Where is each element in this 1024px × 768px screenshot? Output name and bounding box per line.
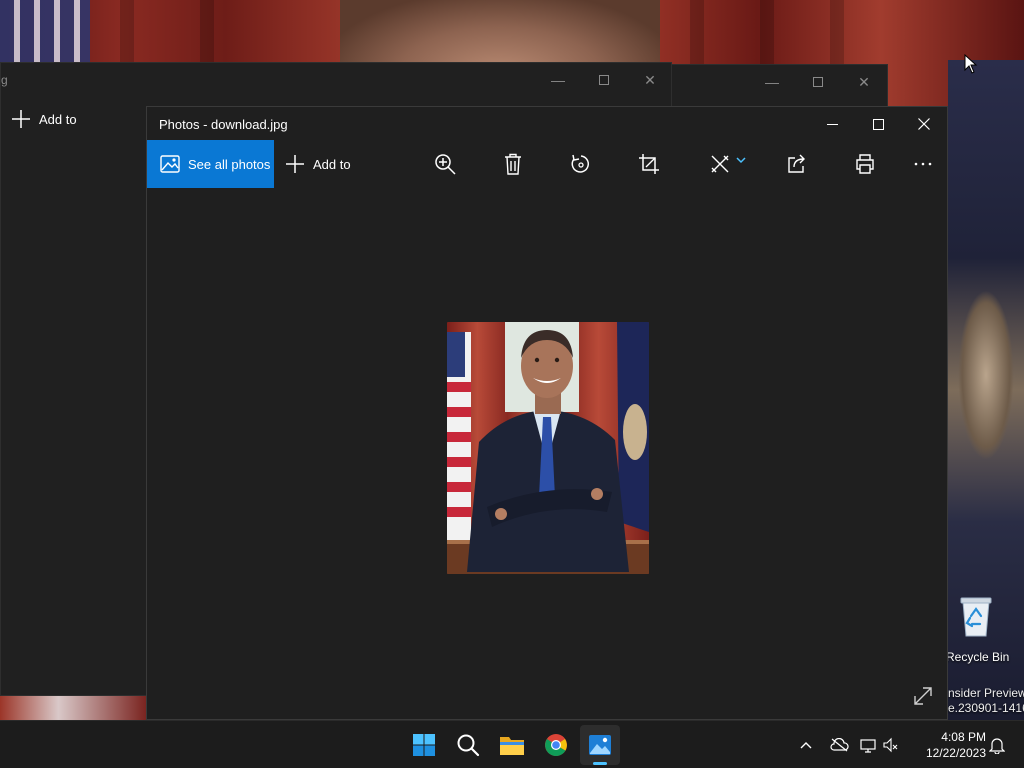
share-button[interactable]	[777, 140, 817, 188]
clock-time: 4:08 PM	[941, 730, 986, 744]
toolbar: See all photos Add to	[147, 140, 947, 188]
close-button[interactable]: ✕	[841, 65, 887, 99]
see-all-photos-button[interactable]: See all photos	[147, 140, 274, 188]
image-canvas[interactable]	[147, 188, 947, 721]
share-icon	[788, 154, 805, 173]
maximize-icon	[872, 118, 884, 130]
maximize-button[interactable]	[795, 65, 841, 99]
mouse-cursor	[964, 54, 978, 74]
chrome-button[interactable]	[536, 725, 576, 765]
photos-window[interactable]: Photos - download.jpg See all photos Add…	[146, 106, 948, 720]
close-button[interactable]	[901, 107, 947, 141]
recycle-bin-label: Recycle Bin	[946, 650, 1010, 664]
chrome-icon	[545, 734, 567, 756]
rotate-icon	[571, 154, 590, 173]
close-button[interactable]: ✕	[627, 63, 673, 97]
zoom-in-button[interactable]	[425, 140, 465, 188]
search-icon	[457, 734, 480, 757]
taskbar: 4:08 PM 12/22/2023	[0, 720, 1024, 768]
plus-icon	[286, 155, 304, 173]
print-icon	[856, 154, 874, 174]
edit-icon	[711, 155, 729, 173]
chevron-down-icon	[736, 157, 746, 164]
cloud-off-icon	[830, 738, 849, 752]
windows-start-icon	[413, 734, 435, 756]
title-bar[interactable]: Photos - download.jpg	[147, 107, 947, 141]
minimize-button[interactable]: —	[749, 65, 795, 99]
network-icon	[860, 739, 876, 753]
minimize-icon	[826, 123, 838, 125]
rotate-button[interactable]	[561, 140, 601, 188]
photos-taskbar-button[interactable]	[580, 725, 620, 765]
notifications-button[interactable]	[986, 721, 1008, 768]
zoom-in-icon	[435, 154, 456, 175]
wallpaper-flag-left	[0, 0, 90, 62]
edit-menu-button[interactable]	[703, 140, 753, 188]
add-to-button[interactable]: Add to	[285, 140, 351, 188]
window-title: Photos - download.jpg	[159, 117, 288, 132]
clock[interactable]: 4:08 PM 12/22/2023	[914, 729, 986, 761]
background-window-2[interactable]: — ✕	[660, 64, 888, 108]
bell-icon	[989, 738, 1005, 754]
folder-icon	[500, 737, 524, 755]
maximize-button[interactable]	[855, 107, 901, 141]
recycle-bin[interactable]: Recycle Bin	[946, 594, 1010, 664]
minimize-button[interactable]: —	[535, 63, 581, 97]
file-explorer-button[interactable]	[492, 725, 532, 765]
displayed-photo	[447, 322, 649, 574]
clock-date: 12/22/2023	[925, 746, 986, 760]
delete-icon	[505, 153, 521, 175]
crop-icon	[639, 154, 659, 174]
add-to-button[interactable]: Add to	[11, 109, 77, 129]
volume-muted-icon	[883, 737, 898, 753]
expand-icon[interactable]	[911, 684, 935, 708]
wallpaper-portrait	[340, 0, 660, 62]
minimize-button[interactable]	[809, 107, 855, 141]
onedrive-button[interactable]	[826, 721, 852, 768]
show-hidden-icons-button[interactable]	[794, 721, 818, 768]
plus-icon	[12, 110, 30, 128]
start-button[interactable]	[404, 725, 444, 765]
chevron-up-icon	[800, 742, 812, 749]
gallery-icon	[160, 155, 180, 173]
close-icon	[918, 118, 930, 130]
network-volume-button[interactable]	[856, 721, 902, 768]
photos-app-icon	[589, 735, 611, 755]
search-button[interactable]	[448, 725, 488, 765]
print-button[interactable]	[845, 140, 885, 188]
more-options-button[interactable]	[903, 140, 943, 188]
crop-button[interactable]	[629, 140, 669, 188]
more-icon	[914, 162, 932, 166]
delete-button[interactable]	[493, 140, 533, 188]
window-title: g	[1, 73, 8, 87]
maximize-button[interactable]	[581, 63, 627, 97]
recycle-bin-icon	[959, 594, 993, 638]
build-watermark: nsider Preview e.230901-1416	[948, 686, 1024, 715]
